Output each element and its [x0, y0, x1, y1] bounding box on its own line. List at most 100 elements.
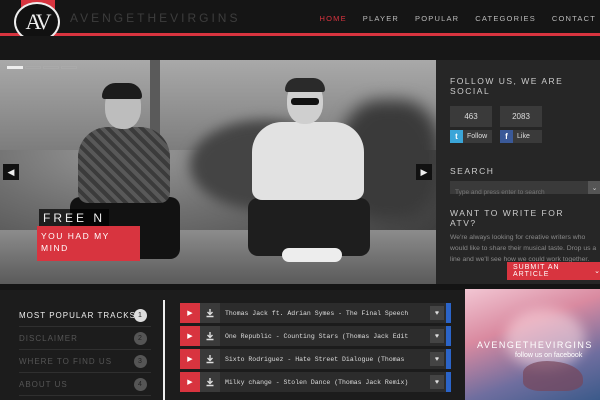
nav-player[interactable]: PLAYER [363, 14, 399, 23]
tab-most-popular-tracks[interactable]: MOST POPULAR TRACKS 1 [19, 304, 151, 327]
like-button[interactable]: ♥ [430, 306, 444, 320]
play-icon: ▶ [187, 310, 193, 317]
download-icon [206, 332, 214, 341]
tab-number: 4 [134, 378, 147, 391]
submit-article-label: SUBMIT AN ARTICLE [513, 264, 560, 278]
like-button[interactable]: ♥ [430, 375, 444, 389]
brand-name[interactable]: AVENGETHEVIRGINS [70, 11, 240, 25]
logo-letters: AV [25, 9, 52, 34]
social-counts: 463 2083 [450, 106, 587, 127]
tab-number: 1 [134, 309, 147, 322]
track-edge-marker [446, 326, 451, 346]
chevron-left-icon: ◀ [7, 166, 15, 177]
facebook-count: 2083 [500, 106, 542, 127]
track-row: ▶ Sixto Rodriguez - Hate Street Dialogue… [180, 349, 451, 369]
hero-caption-title: FREE N [39, 209, 110, 227]
hero-person-right [248, 78, 372, 270]
heart-icon: ♥ [434, 355, 440, 363]
tab-disclaimer[interactable]: DISCLAIMER 2 [19, 327, 151, 350]
chevron-right-icon: ▶ [420, 166, 428, 177]
play-button[interactable]: ▶ [180, 303, 200, 323]
chevron-down-icon: ⌄ [591, 184, 598, 192]
tab-where-to-find-us[interactable]: WHERE TO FIND US 3 [19, 350, 151, 373]
hero-caption-subtitle: YOU HAD MY MIND [37, 226, 140, 261]
track-row: ▶ Thomas Jack ft. Adrian Symes - The Fin… [180, 303, 451, 323]
slider-dot[interactable] [61, 66, 77, 69]
nav-categories[interactable]: CATEGORIES [475, 14, 536, 23]
tab-label: MOST POPULAR TRACKS [19, 311, 136, 320]
twitter-count: 463 [450, 106, 492, 127]
download-icon [206, 378, 214, 387]
write-heading: WANT TO WRITE FOR ATV? [450, 208, 564, 228]
twitter-follow-button[interactable]: t Follow [450, 130, 492, 143]
social-buttons: t Follow f Like [450, 130, 587, 143]
tab-number: 2 [134, 332, 147, 345]
heart-icon: ♥ [434, 378, 440, 386]
promo-photo-shoe [523, 361, 583, 391]
nav-home[interactable]: HOME [319, 14, 346, 23]
slider-dots [7, 66, 77, 69]
track-title[interactable]: Sixto Rodriguez - Hate Street Dialogue (… [225, 356, 409, 363]
track-edge-marker [446, 303, 451, 323]
heart-icon: ♥ [434, 309, 440, 317]
play-icon: ▶ [187, 333, 193, 340]
page: AV AVENGETHEVIRGINS HOME PLAYER POPULAR … [0, 0, 600, 400]
heart-icon: ♥ [434, 332, 440, 340]
search-box: ⌄ [450, 181, 600, 199]
play-button[interactable]: ▶ [180, 349, 200, 369]
facebook-like-button[interactable]: f Like [500, 130, 542, 143]
tab-label: DISCLAIMER [19, 334, 78, 343]
play-button[interactable]: ▶ [180, 372, 200, 392]
track-list: ▶ Thomas Jack ft. Adrian Symes - The Fin… [180, 303, 451, 395]
play-icon: ▶ [187, 356, 193, 363]
download-button[interactable] [200, 326, 220, 346]
track-edge-marker [446, 372, 451, 392]
slider-dot[interactable] [25, 66, 41, 69]
tab-label: WHERE TO FIND US [19, 357, 113, 366]
nav-popular[interactable]: POPULAR [415, 14, 459, 23]
track-title[interactable]: Thomas Jack ft. Adrian Symes - The Final… [225, 310, 409, 317]
promo-tagline: follow us on facebook [515, 352, 583, 359]
track-row: ▶ One Republic - Counting Stars (Thomas … [180, 326, 451, 346]
tab-label: ABOUT US [19, 380, 68, 389]
track-title[interactable]: One Republic - Counting Stars (Thomas Ja… [225, 333, 409, 340]
chevron-down-icon: ⌄ [594, 268, 600, 275]
twitter-follow-label: Follow [467, 133, 488, 140]
like-button[interactable]: ♥ [430, 329, 444, 343]
tab-about-us[interactable]: ABOUT US 4 [19, 373, 151, 396]
slider-prev-button[interactable]: ◀ [3, 164, 19, 180]
submit-article-button[interactable]: SUBMIT AN ARTICLE ⌄ [507, 262, 600, 280]
search-submit-button[interactable]: ⌄ [588, 181, 600, 194]
download-button[interactable] [200, 303, 220, 323]
track-title[interactable]: Milky change - Stolen Dance (Thomas Jack… [225, 379, 409, 386]
slider-dot[interactable] [43, 66, 59, 69]
track-edge-marker [446, 349, 451, 369]
download-icon [206, 355, 214, 364]
bottom-tab-nav: MOST POPULAR TRACKS 1 DISCLAIMER 2 WHERE… [19, 304, 151, 396]
promo-brand: AVENGETHEVIRGINS [477, 340, 593, 350]
facebook-like-label: Like [517, 133, 530, 140]
twitter-icon: t [450, 130, 463, 143]
download-button[interactable] [200, 349, 220, 369]
vertical-divider [163, 300, 165, 400]
promo-background [505, 309, 585, 369]
write-description: We're always looking for creative writer… [450, 234, 597, 263]
main-nav: HOME PLAYER POPULAR CATEGORIES CONTACT [319, 14, 596, 23]
slider-dot[interactable] [7, 66, 23, 69]
slider-next-button[interactable]: ▶ [416, 164, 432, 180]
download-icon [206, 309, 214, 318]
nav-contact[interactable]: CONTACT [552, 14, 596, 23]
play-button[interactable]: ▶ [180, 326, 200, 346]
facebook-promo-banner[interactable]: AVENGETHEVIRGINS follow us on facebook [465, 289, 600, 400]
sidebar: FOLLOW US, WE ARE SOCIAL 463 2083 t Foll… [436, 60, 600, 284]
search-heading: SEARCH [450, 166, 495, 176]
track-row: ▶ Milky change - Stolen Dance (Thomas Ja… [180, 372, 451, 392]
facebook-icon: f [500, 130, 513, 143]
search-input[interactable] [450, 186, 586, 199]
like-button[interactable]: ♥ [430, 352, 444, 366]
play-icon: ▶ [187, 379, 193, 386]
tab-number: 3 [134, 355, 147, 368]
sub-bar [0, 36, 600, 60]
download-button[interactable] [200, 372, 220, 392]
follow-heading: FOLLOW US, WE ARE SOCIAL [450, 76, 564, 96]
